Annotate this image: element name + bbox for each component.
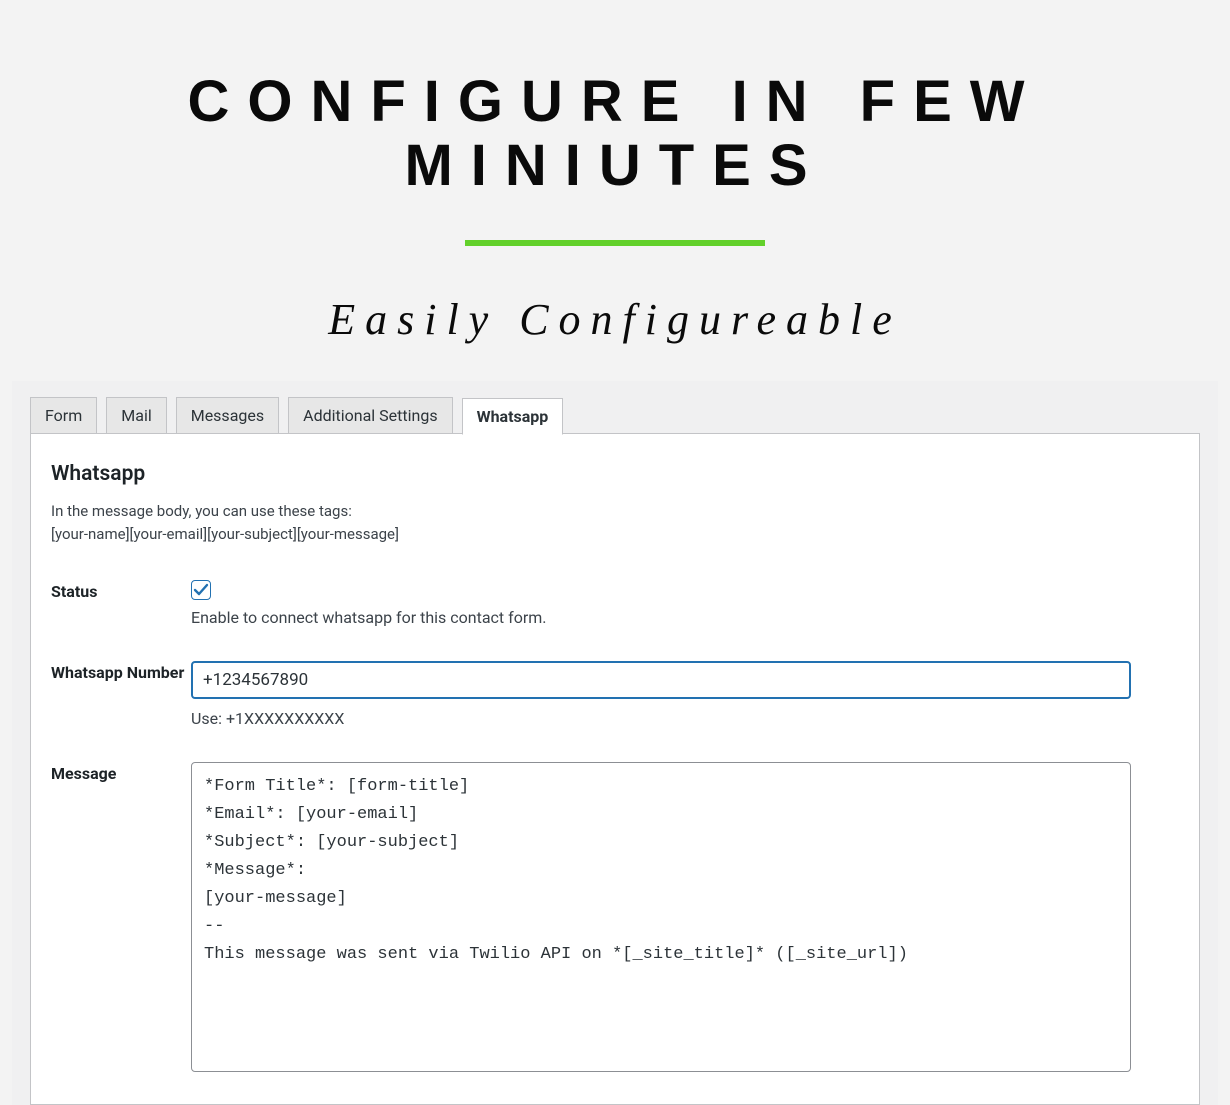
hero-subtitle: Easily Configureable	[0, 294, 1230, 345]
tab-messages[interactable]: Messages	[176, 397, 279, 434]
label-message: Message	[51, 762, 191, 783]
label-whatsapp-number: Whatsapp Number	[51, 661, 191, 682]
tab-label: Additional Settings	[303, 406, 437, 425]
panel-heading: Whatsapp	[51, 462, 1179, 486]
hero-header: CONFIGURE IN FEW MINIUTES Easily Configu…	[0, 0, 1230, 345]
row-status: Status Enable to connect whatsapp for th…	[51, 580, 1179, 627]
whatsapp-number-input[interactable]	[191, 661, 1131, 699]
tab-additional-settings[interactable]: Additional Settings	[288, 397, 452, 434]
row-message: Message	[51, 762, 1179, 1076]
tab-whatsapp[interactable]: Whatsapp	[462, 398, 564, 435]
tab-label: Form	[45, 406, 82, 425]
label-status: Status	[51, 580, 191, 601]
tab-bar: Form Mail Messages Additional Settings W…	[30, 397, 1200, 434]
tab-form[interactable]: Form	[30, 397, 97, 434]
form-section: Status Enable to connect whatsapp for th…	[51, 546, 1179, 1076]
check-icon	[193, 582, 209, 598]
status-help: Enable to connect whatsapp for this cont…	[191, 608, 1179, 627]
row-whatsapp-number: Whatsapp Number Use: +1XXXXXXXXXX	[51, 661, 1179, 728]
tab-label: Whatsapp	[477, 407, 549, 426]
tab-label: Mail	[121, 406, 151, 425]
tab-label: Messages	[191, 406, 264, 425]
hero-divider	[465, 240, 765, 246]
panel-hint-line1: In the message body, you can use these t…	[51, 500, 1179, 523]
message-textarea[interactable]	[191, 762, 1131, 1072]
whatsapp-number-hint: Use: +1XXXXXXXXXX	[191, 709, 1179, 728]
whatsapp-panel: Whatsapp In the message body, you can us…	[30, 433, 1200, 1105]
settings-panel-wrap: Form Mail Messages Additional Settings W…	[12, 381, 1218, 1105]
tab-mail[interactable]: Mail	[106, 397, 166, 434]
panel-hint-tags: [your-name][your-email][your-subject][yo…	[51, 523, 1179, 546]
hero-title: CONFIGURE IN FEW MINIUTES	[0, 70, 1230, 198]
status-checkbox[interactable]	[191, 580, 211, 600]
